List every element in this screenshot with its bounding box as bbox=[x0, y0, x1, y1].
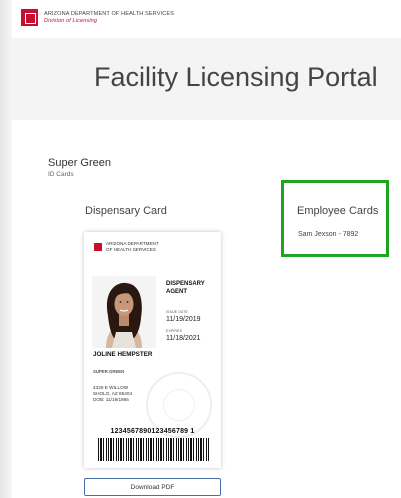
card-role-line1: DISPENSARY bbox=[166, 281, 205, 287]
card-address: 4326 E WILLOW SHOLO, AZ 85404 DOB: 11/19… bbox=[93, 385, 132, 404]
card-role-line2: AGENT bbox=[166, 289, 187, 295]
adhs-logo-icon[interactable] bbox=[21, 9, 38, 26]
portrait-icon bbox=[92, 276, 156, 348]
business-section-type: ID Cards bbox=[48, 171, 74, 178]
barcode-number: 1234567890123456789 1 bbox=[110, 428, 195, 435]
card-holder-photo bbox=[92, 276, 156, 348]
card-company: SUPER GREEN bbox=[93, 369, 125, 374]
card-holder-name: JOLINE HEMPSTER bbox=[93, 351, 153, 358]
download-pdf-button[interactable]: Download PDF bbox=[84, 478, 221, 496]
dispensary-card-heading: Dispensary Card bbox=[85, 205, 167, 217]
page-shadow bbox=[0, 0, 12, 498]
card-org-name: ARIZONA DEPARTMENT OF HEALTH SERVICES bbox=[106, 241, 159, 252]
employee-card-link[interactable]: Sam Jexson - 7892 bbox=[298, 231, 358, 238]
site-header: ARIZONA DEPARTMENT OF HEALTH SERVICES Di… bbox=[12, 0, 401, 39]
card-role: DISPENSARY AGENT bbox=[166, 280, 205, 296]
hero-banner: Facility Licensing Portal bbox=[12, 38, 401, 120]
dispensary-id-card: ARIZONA DEPARTMENT OF HEALTH SERVICES DI… bbox=[84, 232, 221, 468]
card-org-line2: OF HEALTH SERVICES bbox=[106, 246, 156, 252]
card-org-line1: ARIZONA DEPARTMENT bbox=[106, 241, 159, 246]
card-logo-icon bbox=[94, 243, 102, 251]
card-dob: DOB: 11/19/1965 bbox=[93, 397, 129, 403]
issue-date-value: 11/19/2019 bbox=[166, 316, 201, 323]
employee-cards-heading: Employee Cards bbox=[297, 205, 379, 217]
expires-label: EXPIRES bbox=[166, 329, 183, 333]
issue-date-label: ISSUE DATE bbox=[166, 310, 188, 314]
employee-cards-panel: Employee Cards Sam Jexson - 7892 bbox=[281, 180, 389, 257]
org-division: Division of Licensing bbox=[44, 18, 98, 24]
barcode-icon bbox=[98, 438, 209, 461]
business-name: Super Green bbox=[48, 157, 111, 169]
page-title: Facility Licensing Portal bbox=[94, 62, 378, 92]
expires-value: 11/18/2021 bbox=[166, 335, 201, 342]
org-name: ARIZONA DEPARTMENT OF HEALTH SERVICES Di… bbox=[44, 11, 174, 25]
org-name-line1: ARIZONA DEPARTMENT OF HEALTH SERVICES bbox=[44, 11, 174, 17]
